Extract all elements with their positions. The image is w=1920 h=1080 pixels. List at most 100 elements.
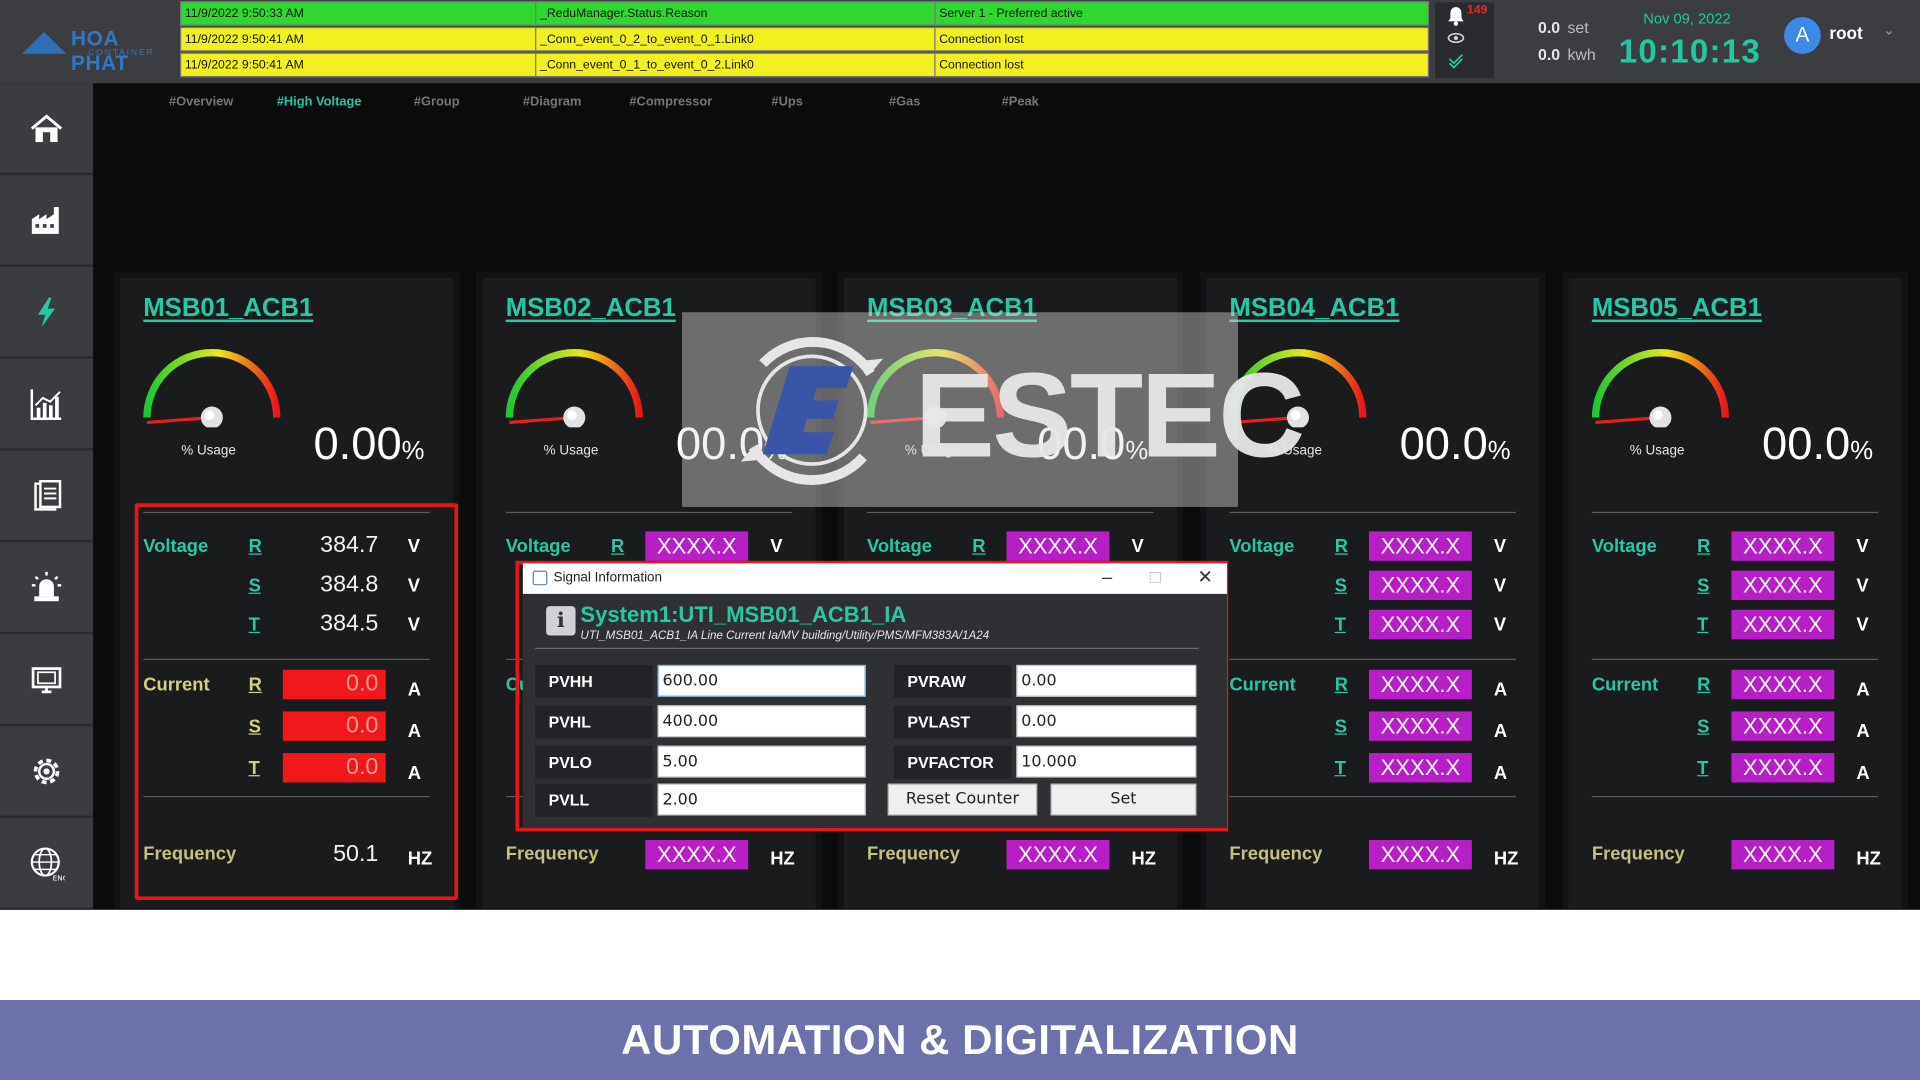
sidebar-item-monitor[interactable] [0, 634, 94, 727]
pvlo-input[interactable] [657, 745, 866, 778]
pvlast-input[interactable] [1016, 705, 1197, 738]
tab-overview[interactable]: #Overview [169, 94, 233, 109]
alarm-tag: _ReduManager.Status.Reason [536, 2, 936, 25]
alarm-tag: _Conn_event_0_2_to_event_0_1.Link0 [536, 28, 936, 51]
frequency-unit: HZ [1856, 848, 1881, 870]
voltage-r-value[interactable]: XXXX.X [645, 531, 749, 561]
frequency-value[interactable]: XXXX.X [1731, 840, 1835, 870]
tab-group[interactable]: #Group [414, 94, 460, 109]
dialog-titlebar[interactable]: Signal Information – □ ✕ [522, 563, 1227, 594]
pvhl-input[interactable] [657, 705, 866, 738]
current-s-value[interactable]: XXXX.X [1368, 711, 1472, 741]
panel-title[interactable]: MSB04_ACB1 [1229, 294, 1399, 323]
alarm-row[interactable]: 11/9/2022 9:50:41 AM _Conn_event_0_1_to_… [180, 52, 1429, 78]
reset-counter-button[interactable]: Reset Counter [887, 783, 1038, 816]
phase-r-label[interactable]: R [1335, 675, 1348, 696]
current-unit: A [1493, 721, 1508, 743]
chevron-down-icon[interactable]: ⌄ [1883, 22, 1894, 38]
sidebar-item-factory[interactable] [0, 175, 94, 267]
current-unit: A [1856, 679, 1870, 701]
voltage-t-value[interactable]: XXXX.X [1368, 609, 1472, 640]
voltage-r-value[interactable]: XXXX.X [1368, 531, 1472, 561]
tab-compressor[interactable]: #Compressor [629, 94, 712, 109]
frequency-value[interactable]: XXXX.X [645, 840, 749, 870]
avatar[interactable]: A [1784, 17, 1821, 54]
lightning-icon [37, 296, 56, 327]
maximize-icon[interactable]: □ [1150, 567, 1161, 589]
pvlast-label: PVLAST [893, 705, 1012, 739]
close-icon[interactable]: ✕ [1198, 567, 1213, 589]
voltage-r-value[interactable]: XXXX.X [1731, 531, 1835, 561]
tab-gas[interactable]: #Gas [889, 94, 920, 109]
panel-title[interactable]: MSB01_ACB1 [143, 294, 313, 323]
user-name[interactable]: root [1829, 23, 1862, 43]
phase-r-label[interactable]: R [611, 536, 624, 557]
sidebar-item-language[interactable]: ENG [0, 818, 94, 910]
voltage-t-value[interactable]: XXXX.X [1731, 609, 1835, 640]
window-icon [532, 570, 548, 586]
current-r-value[interactable]: XXXX.X [1368, 669, 1472, 700]
current-s-value[interactable]: XXXX.X [1731, 711, 1835, 741]
tab-high-voltage[interactable]: #High Voltage [277, 94, 362, 109]
phase-s-label[interactable]: S [1697, 716, 1709, 737]
current-t-value[interactable]: XXXX.X [1368, 753, 1472, 783]
tab-diagram[interactable]: #Diagram [523, 94, 582, 109]
pvhh-input[interactable] [657, 664, 866, 697]
watermark-text: ESTEC [914, 347, 1305, 483]
pvll-input[interactable] [657, 783, 866, 816]
phase-t-label[interactable]: T [1335, 758, 1346, 779]
pvfactor-input[interactable] [1016, 745, 1197, 778]
voltage-unit: V [1131, 536, 1144, 558]
alarm-row[interactable]: 11/9/2022 9:50:33 AM _ReduManager.Status… [180, 1, 1429, 26]
divider [866, 511, 1154, 514]
phase-t-label[interactable]: T [1697, 615, 1708, 636]
minimize-icon[interactable]: – [1102, 567, 1112, 589]
phase-s-label[interactable]: S [1697, 576, 1709, 597]
phase-r-label[interactable]: R [1335, 536, 1348, 557]
tab-ups[interactable]: #Ups [771, 94, 802, 109]
sidebar-item-home[interactable] [0, 83, 94, 176]
pvraw-input[interactable] [1016, 664, 1197, 697]
phase-r-label[interactable]: R [1697, 536, 1710, 557]
alarm-message: Connection lost [939, 58, 1024, 73]
frequency-value[interactable]: XXXX.X [1006, 840, 1110, 870]
company-logo[interactable]: HOA PHAT CONTAINER [17, 22, 174, 75]
pvraw-label: PVRAW [893, 664, 1012, 698]
sidebar-item-report[interactable] [0, 451, 94, 543]
report-icon [34, 479, 62, 511]
panel-title[interactable]: MSB05_ACB1 [1592, 294, 1762, 323]
divider [1591, 795, 1879, 798]
voltage-s-value[interactable]: XXXX.X [1731, 570, 1835, 601]
phase-t-label[interactable]: T [1335, 615, 1346, 636]
panel-title[interactable]: MSB02_ACB1 [506, 294, 676, 323]
current-t-value[interactable]: XXXX.X [1731, 753, 1835, 783]
bell-icon[interactable] [1445, 5, 1467, 27]
voltage-label: Voltage [505, 536, 571, 558]
set-button[interactable]: Set [1050, 783, 1197, 816]
voltage-unit: V [1493, 575, 1507, 597]
phase-r-label[interactable]: R [1697, 675, 1710, 696]
tab-peak[interactable]: #Peak [1002, 94, 1039, 109]
acknowledge-check-icon[interactable] [1447, 51, 1464, 69]
eye-icon[interactable] [1447, 32, 1465, 44]
voltage-unit: V [770, 536, 783, 558]
logo-subtitle: CONTAINER [88, 48, 155, 58]
current-r-value[interactable]: XXXX.X [1731, 669, 1835, 700]
phase-s-label[interactable]: S [1335, 576, 1347, 597]
alarm-message: Connection lost [939, 33, 1024, 47]
sidebar-item-high-voltage[interactable] [0, 267, 94, 359]
phase-t-label[interactable]: T [1697, 758, 1708, 779]
voltage-r-value[interactable]: XXXX.X [1006, 531, 1110, 561]
phase-s-label[interactable]: S [1335, 716, 1347, 737]
alarm-row[interactable]: 11/9/2022 9:50:41 AM _Conn_event_0_2_to_… [180, 26, 1429, 52]
highlight-box [134, 503, 458, 901]
frequency-value[interactable]: XXXX.X [1368, 840, 1472, 870]
sidebar-item-settings[interactable] [0, 726, 94, 818]
voltage-label: Voltage [1229, 536, 1295, 558]
phase-r-label[interactable]: R [972, 536, 985, 557]
tab-bar: #Overview #High Voltage #Group #Diagram … [93, 83, 1920, 120]
voltage-s-value[interactable]: XXXX.X [1368, 570, 1472, 601]
alarm-count-badge: 149 [1466, 3, 1488, 18]
sidebar-item-trend[interactable] [0, 359, 94, 451]
sidebar-item-alarm[interactable] [0, 542, 94, 635]
